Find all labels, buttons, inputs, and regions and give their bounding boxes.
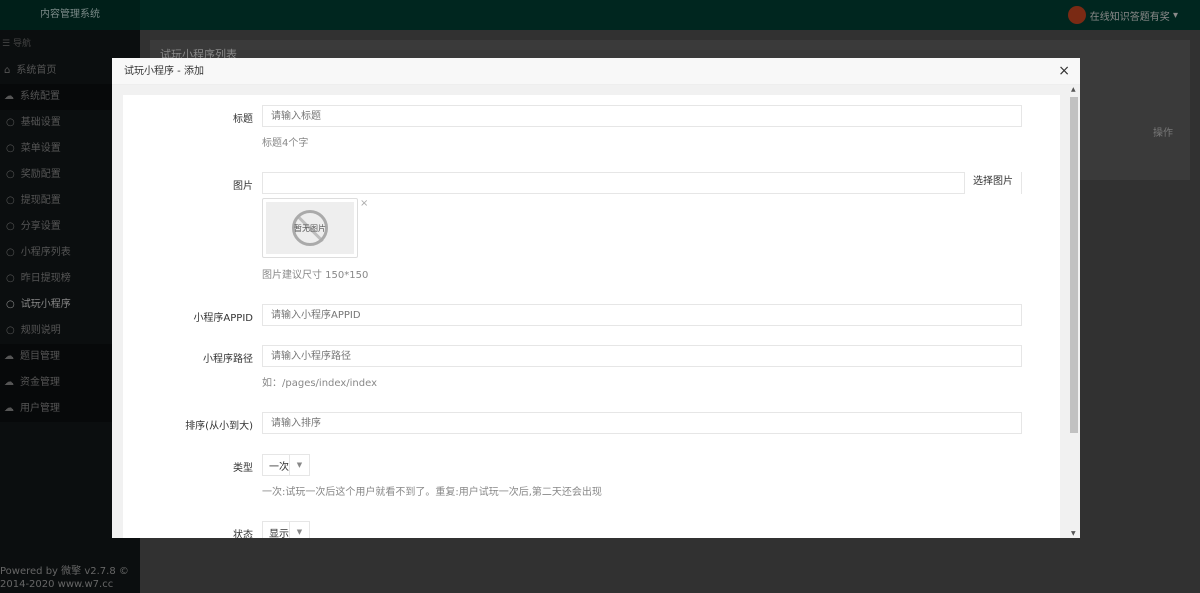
- circle-icon: ○: [6, 143, 15, 154]
- logo: 内容管理系统: [0, 0, 140, 30]
- image-hint: 图片建议尺寸 150*150: [262, 270, 369, 281]
- circle-icon: ○: [6, 195, 15, 206]
- sort-input[interactable]: [262, 412, 1022, 434]
- status-select[interactable]: 显示 ▼: [262, 521, 310, 538]
- title-input[interactable]: [262, 105, 1022, 127]
- circle-icon: ○: [6, 299, 15, 310]
- title-hint: 标题4个字: [262, 138, 309, 149]
- caret-down-icon: ▼: [289, 455, 309, 475]
- sidebar-item-label: 小程序列表: [20, 247, 71, 258]
- sidebar-item-label: 基础设置: [20, 117, 61, 128]
- sort-label: 排序(从小到大): [185, 421, 253, 432]
- remove-image-icon[interactable]: ×: [360, 198, 368, 209]
- scrollbar[interactable]: ▲ ▼: [1068, 85, 1080, 538]
- path-input[interactable]: [262, 345, 1022, 367]
- sidebar-item-label: 分享设置: [20, 221, 61, 232]
- add-modal: 试玩小程序 - 添加 × 标题 标题4个字 图片 选择图片 暂无图片 × 图片建议…: [112, 58, 1080, 538]
- type-select[interactable]: 一次 ▼: [262, 454, 310, 476]
- circle-icon: ○: [6, 169, 15, 180]
- nav-title: ☰ 导航: [2, 39, 31, 49]
- circle-icon: ○: [6, 325, 15, 336]
- image-label: 图片: [233, 181, 253, 192]
- top-bar: 内容管理系统 在线知识答题有奖 ▾: [0, 0, 1200, 30]
- footer: Powered by 微擎 v2.7.8 © 2014-2020 www.w7.c…: [0, 565, 129, 591]
- sidebar-item-label: 菜单设置: [20, 143, 61, 154]
- type-hint: 一次:试玩一次后这个用户就看不到了。重复:用户试玩一次后,第二天还会出现: [262, 487, 602, 498]
- col-action: 操作: [1153, 128, 1173, 139]
- type-label: 类型: [233, 463, 253, 474]
- modal-body: 标题 标题4个字 图片 选择图片 暂无图片 × 图片建议尺寸 150*150 小…: [123, 95, 1060, 538]
- image-input[interactable]: 选择图片: [262, 172, 1022, 194]
- sidebar-item-label: 规则说明: [20, 325, 61, 336]
- footer-line1: Powered by 微擎 v2.7.8 ©: [0, 566, 129, 577]
- cloud-icon: ☁: [4, 91, 14, 102]
- cloud-icon: ☁: [4, 377, 14, 388]
- no-image-icon: 暂无图片: [292, 210, 328, 246]
- caret-down-icon: ▾: [1172, 9, 1178, 21]
- appid-label: 小程序APPID: [193, 313, 253, 324]
- avatar: [1067, 6, 1086, 24]
- select-image-button[interactable]: 选择图片: [964, 172, 1021, 194]
- path-label: 小程序路径: [203, 354, 253, 365]
- close-icon[interactable]: ×: [1058, 58, 1070, 85]
- sidebar-item-label: 试玩小程序: [20, 299, 71, 310]
- user-menu[interactable]: 在线知识答题有奖 ▾: [1067, 6, 1178, 24]
- sidebar-item-label: 题目管理: [20, 351, 60, 362]
- caret-down-icon: ▼: [289, 522, 309, 538]
- sidebar-item-label: 提现配置: [20, 195, 61, 206]
- appid-input[interactable]: [262, 304, 1022, 326]
- status-label: 状态: [233, 530, 253, 538]
- user-name: 在线知识答题有奖: [1089, 11, 1170, 23]
- circle-icon: ○: [6, 117, 15, 128]
- circle-icon: ○: [6, 221, 15, 232]
- sidebar-item-label: 资金管理: [20, 377, 60, 388]
- cloud-icon: ☁: [4, 403, 14, 414]
- circle-icon: ○: [6, 273, 15, 284]
- title-label: 标题: [233, 114, 253, 125]
- image-preview: 暂无图片: [262, 198, 358, 258]
- sidebar-item-label: 昨日提现榜: [20, 273, 71, 284]
- sidebar-item-label: 用户管理: [20, 403, 60, 414]
- cloud-icon: ☁: [4, 351, 14, 362]
- sidebar-item-label: 系统配置: [20, 91, 60, 102]
- scrollbar-thumb[interactable]: [1070, 97, 1078, 433]
- modal-title: 试玩小程序 - 添加: [124, 66, 204, 77]
- sidebar-item-label: 奖励配置: [20, 169, 61, 180]
- path-hint: 如：/pages/index/index: [262, 378, 378, 389]
- sidebar-item-label: 系统首页: [16, 65, 57, 76]
- home-icon: ⌂: [4, 65, 11, 76]
- circle-icon: ○: [6, 247, 15, 258]
- footer-line2: 2014-2020 www.w7.cc: [0, 579, 114, 590]
